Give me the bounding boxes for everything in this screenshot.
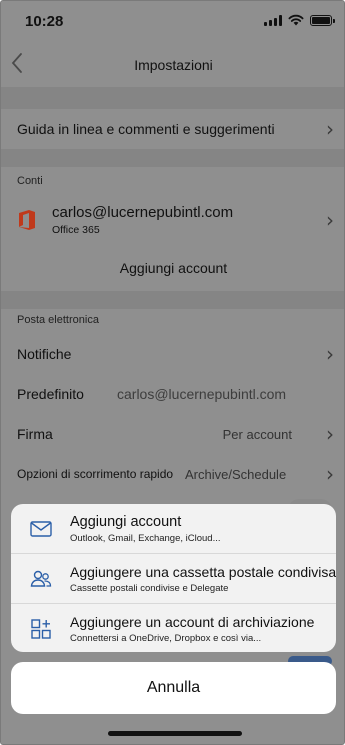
account-row[interactable]: carlos@lucernepubintl.com Office 365 › [1,194,344,246]
notifications-row[interactable]: Notifiche › [1,335,344,373]
option-subtitle: Connettersi a OneDrive, Dropbox e così v… [70,632,262,644]
home-indicator [108,731,242,736]
swipe-options-value: Archive/Schedule [185,466,287,482]
section-gap [1,291,344,309]
status-time: 10:28 [25,13,64,30]
chevron-right-icon: › [326,422,334,446]
add-account-label: Aggiungi account [119,260,228,276]
page-title: Impostazioni [134,57,213,73]
default-account-label: Predefinito [17,386,84,402]
chevron-right-icon: › [326,342,334,366]
mail-section-label: Posta elettronica [17,314,99,326]
office-365-icon [17,209,37,231]
default-account-value: carlos@lucernepubintl.com [117,386,287,402]
option-shared-mailbox[interactable]: Aggiungere una cassetta postale condivis… [11,554,336,603]
help-feedback-label: Guida in linea e commenti e suggerimenti [17,121,275,137]
signature-label: Firma [17,426,53,442]
option-subtitle: Outlook, Gmail, Exchange, iCloud... [70,532,221,544]
option-title: Aggiungere una cassetta postale condivis… [70,563,336,580]
swipe-options-label: Opzioni di scorrimento rapido [17,467,174,481]
default-account-row[interactable]: Predefinito carlos@lucernepubintl.com [1,375,344,413]
option-storage-account[interactable]: Aggiungere un account di archiviazione C… [11,604,336,652]
signature-value: Per account [222,426,292,442]
shared-users-icon [29,567,53,591]
status-bar: 10:28 [1,1,344,43]
signal-icon [264,14,282,26]
navigation-bar: Impostazioni [1,43,344,87]
help-feedback-row[interactable]: Guida in linea e commenti e suggerimenti… [1,109,344,149]
storage-grid-icon [29,617,53,641]
option-subtitle: Cassette postali condivise e Delegate [70,582,229,594]
option-add-account[interactable]: Aggiungi account Outlook, Gmail, Exchang… [11,504,336,553]
add-account-button[interactable]: Aggiungi account [1,251,344,285]
account-type: Office 365 [52,224,100,236]
signature-row[interactable]: Firma Per account › [1,415,344,453]
battery-icon [310,14,335,26]
chevron-right-icon: › [326,462,334,486]
accounts-section-label: Conti [17,175,43,187]
cancel-button[interactable]: Annulla [11,662,336,714]
notifications-label: Notifiche [17,346,72,362]
option-title: Aggiungere un account di archiviazione [70,613,315,630]
chevron-right-icon: › [326,208,334,232]
account-email: carlos@lucernepubintl.com [52,204,234,221]
envelope-icon [29,517,53,541]
wifi-icon [288,14,304,26]
swipe-options-row[interactable]: Opzioni di scorrimento rapido Archive/Sc… [1,455,344,493]
add-account-action-sheet: Aggiungi account Outlook, Gmail, Exchang… [11,504,336,652]
status-icons [264,14,335,26]
chevron-right-icon: › [326,117,334,141]
section-gap [1,149,344,167]
section-gap [1,87,344,109]
option-title: Aggiungi account [70,513,182,530]
settings-screen: 10:28 Impostazioni Guida in linea e comm… [0,0,345,745]
